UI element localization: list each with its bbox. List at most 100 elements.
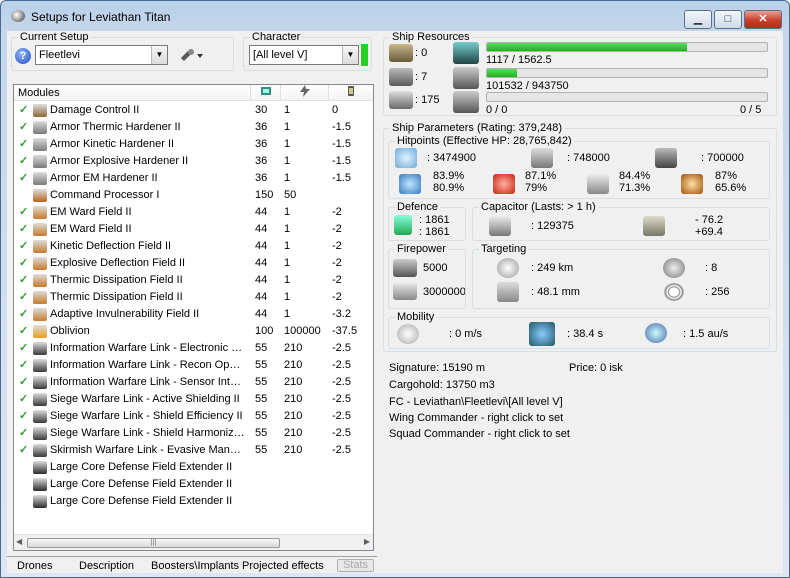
module-name: Siege Warfare Link - Shield Efficiency I… [50,410,243,422]
module-active-checkmark[interactable]: ✓ [19,204,29,221]
module-active-checkmark[interactable]: ✓ [19,442,29,459]
module-row[interactable]: ✓ Oblivion 100 100000 -37.5 [14,323,373,340]
module-row[interactable]: Large Core Defense Field Extender II [14,493,373,510]
module-row[interactable]: ✓ Explosive Deflection Field II 44 1 -2 [14,255,373,272]
module-active-checkmark[interactable]: ✓ [19,289,29,306]
tab-description[interactable]: Description [79,559,134,573]
module-icon [33,104,47,117]
squad-commander-text[interactable]: Squad Commander - right click to set [389,428,570,440]
module-row[interactable]: ✓ Information Warfare Link - Electronic S… [14,340,373,357]
module-active-checkmark[interactable]: ✓ [19,357,29,374]
module-active-checkmark[interactable]: ✓ [19,153,29,170]
character-status-indicator [361,44,368,66]
scroll-left-icon[interactable]: ◀ [16,537,22,546]
module-row[interactable]: ✓ Information Warfare Link - Recon Oper..… [14,357,373,374]
maximize-button[interactable]: □ [714,10,742,29]
module-row[interactable]: ✓ Siege Warfare Link - Active Shielding I… [14,391,373,408]
character-group: Character [All level V] ▼ [243,31,372,71]
module-row[interactable]: ✓ Armor Explosive Hardener II 36 1 -1.5 [14,153,373,170]
capacitor-icon [348,86,354,96]
kinetic-resist-icon [587,174,609,194]
module-name: Large Core Defense Field Extender II [50,478,233,490]
module-cpu: 100 [255,325,274,337]
capacitor-delta-2: +69.4 [695,226,723,238]
module-capacitor: -1.5 [332,138,351,150]
firepower-label: Firepower [395,243,448,255]
tab-stats[interactable]: Stats [337,559,374,572]
module-row[interactable]: ✓ Adaptive Invulnerability Field II 44 1 -3.… [14,306,373,323]
help-icon[interactable]: ? [15,48,31,64]
module-powergrid: 1 [284,138,291,150]
module-row[interactable]: ✓ Siege Warfare Link - Shield Efficiency … [14,408,373,425]
module-active-checkmark[interactable]: ✓ [19,340,29,357]
module-row[interactable]: ✓ Siege Warfare Link - Shield Harmonizin.… [14,425,373,442]
module-active-checkmark[interactable]: ✓ [19,272,29,289]
module-row[interactable]: ✓ Armor EM Hardener II 36 1 -1.5 [14,170,373,187]
module-active-checkmark[interactable]: ✓ [19,238,29,255]
title-bar[interactable]: Setups for Leviathan Titan ▁ □ ✕ [1,1,789,31]
minimize-button[interactable]: ▁ [684,10,712,29]
capacitor-column-header[interactable] [329,85,373,101]
close-button[interactable]: ✕ [744,10,782,29]
armor-hp-value: : 748000 [567,152,610,164]
module-row[interactable]: ✓ Armor Thermic Hardener II 36 1 -1.5 [14,119,373,136]
module-active-checkmark[interactable]: ✓ [19,408,29,425]
tab-drones[interactable]: Drones [17,559,52,573]
defence-icon [394,215,412,235]
module-row[interactable]: ✓ EM Ward Field II 44 1 -2 [14,221,373,238]
thermal-resist-armor: 79% [525,182,548,194]
modules-column-header[interactable]: Modules [14,85,251,101]
setup-options-icon[interactable] [178,46,208,64]
module-row[interactable]: ✓ EM Ward Field II 44 1 -2 [14,204,373,221]
tab-projected-effects[interactable]: Projected effects [242,559,324,573]
module-active-checkmark[interactable]: ✓ [19,306,29,323]
thermal-resist-icon [493,174,515,194]
module-row[interactable]: Command Processor I 150 50 [14,187,373,204]
module-cpu: 36 [255,121,268,133]
shield-hp-value: : 3474900 [427,152,476,164]
modules-list[interactable]: Modules ✓ Damage Control II 30 1 0 ✓ Armor The… [13,84,374,551]
module-active-checkmark[interactable]: ✓ [19,374,29,391]
cargohold-text: Cargohold: 13750 m3 [389,379,495,391]
modules-horizontal-scrollbar[interactable]: ◀ ||| ▶ [14,534,373,550]
module-icon [33,308,47,321]
module-row[interactable]: ✓ Information Warfare Link - Sensor Integ… [14,374,373,391]
module-row[interactable]: ✓ Damage Control II 30 1 0 [14,102,373,119]
scroll-right-icon[interactable]: ▶ [364,537,370,546]
module-row[interactable]: Large Core Defense Field Extender II [14,476,373,493]
module-active-checkmark[interactable]: ✓ [19,425,29,442]
module-icon [33,461,47,474]
module-active-checkmark[interactable]: ✓ [19,119,29,136]
powergrid-column-header[interactable] [281,85,329,101]
module-active-checkmark[interactable]: ✓ [19,170,29,187]
module-row[interactable]: ✓ Armor Kinetic Hardener II 36 1 -1.5 [14,136,373,153]
module-cpu: 55 [255,393,268,405]
module-active-checkmark[interactable]: ✓ [19,136,29,153]
firepower-group: Firepower 5000 3000000 [388,243,466,309]
module-active-checkmark[interactable]: ✓ [19,102,29,119]
module-row[interactable]: ✓ Skirmish Warfare Link - Evasive Maneu..… [14,442,373,459]
wing-commander-text[interactable]: Wing Commander - right click to set [389,412,563,424]
module-active-checkmark[interactable]: ✓ [19,323,29,340]
setup-select[interactable]: Fleetlevi ▼ [35,45,168,65]
cpu-column-header[interactable] [251,85,281,101]
scroll-thumb[interactable]: ||| [27,538,280,548]
module-active-checkmark[interactable]: ✓ [19,221,29,238]
module-active-checkmark[interactable]: ✓ [19,255,29,272]
module-row[interactable]: ✓ Thermic Dissipation Field II 44 1 -2 [14,272,373,289]
mobility-label: Mobility [395,311,437,323]
structure-hp-value: : 700000 [701,152,744,164]
module-icon [33,223,47,236]
bottom-tabs: Drones Description Boosters\Implants Pro… [7,556,377,573]
character-select[interactable]: [All level V] ▼ [249,45,359,65]
dps-icon [393,259,417,277]
firepower-volley-value: 3000000 [423,286,465,298]
modules-header: Modules [14,85,373,101]
module-row[interactable]: Large Core Defense Field Extender II [14,459,373,476]
fleet-commander-text[interactable]: FC - Leviathan\Fleetlevi\[All level V] [389,396,563,408]
module-name: Thermic Dissipation Field II [50,274,183,286]
module-active-checkmark[interactable]: ✓ [19,391,29,408]
tab-boosters-implants[interactable]: Boosters\Implants [151,559,239,573]
module-row[interactable]: ✓ Kinetic Deflection Field II 44 1 -2 [14,238,373,255]
module-row[interactable]: ✓ Thermic Dissipation Field II 44 1 -2 [14,289,373,306]
